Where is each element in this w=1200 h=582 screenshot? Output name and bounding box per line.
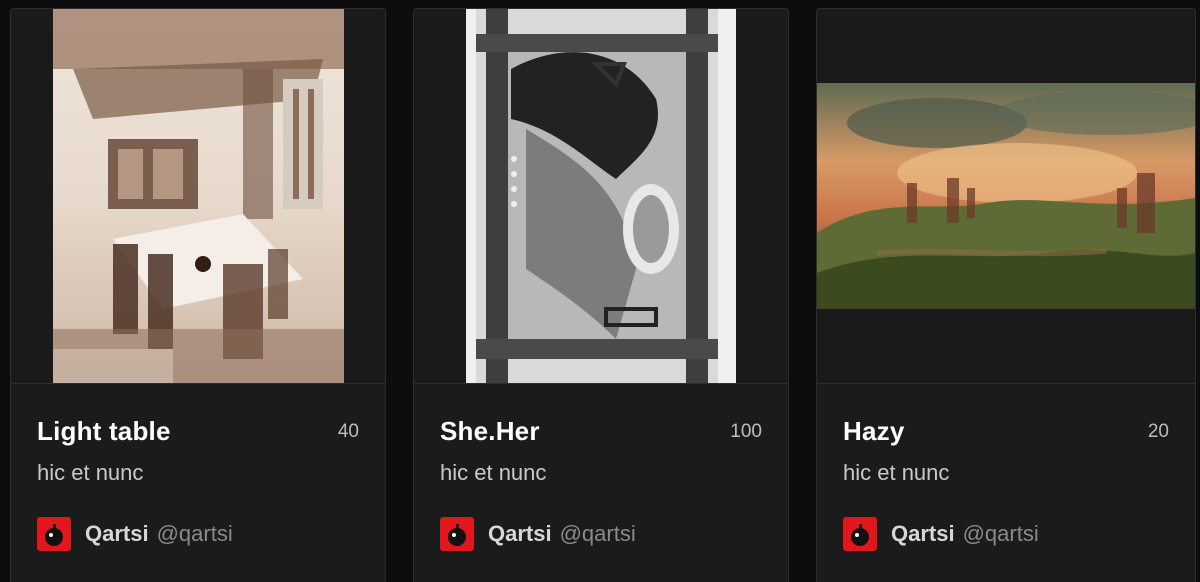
artwork-title[interactable]: She.Her xyxy=(440,416,540,447)
artwork-image-she-her[interactable] xyxy=(466,9,736,383)
title-row: She.Her 100 xyxy=(440,416,762,447)
edition-count: 20 xyxy=(1147,420,1169,442)
title-row: Light table 40 xyxy=(37,416,359,447)
artwork-title[interactable]: Hazy xyxy=(843,416,905,447)
artwork-image-hazy[interactable] xyxy=(817,83,1195,309)
artwork-card-light-table[interactable]: Light table 40 hic et nunc Qartsi @qarts… xyxy=(10,8,386,582)
creator[interactable]: Qartsi @qartsi xyxy=(843,517,1039,551)
artwork-media[interactable] xyxy=(414,9,788,384)
creator-handle[interactable]: @qartsi xyxy=(560,521,636,547)
artwork-title[interactable]: Light table xyxy=(37,416,171,447)
creator-name[interactable]: Qartsi xyxy=(488,521,552,547)
artwork-card-she-her[interactable]: She.Her 100 hic et nunc Qartsi @qartsi xyxy=(413,8,789,582)
bomb-avatar-icon[interactable] xyxy=(37,517,71,551)
bomb-avatar-icon[interactable] xyxy=(843,517,877,551)
bomb-avatar-icon[interactable] xyxy=(440,517,474,551)
creator[interactable]: Qartsi @qartsi xyxy=(440,517,636,551)
title-row: Hazy 20 xyxy=(843,416,1169,447)
artwork-grid: Light table 40 hic et nunc Qartsi @qarts… xyxy=(0,0,1200,582)
edition-count: 40 xyxy=(337,420,359,442)
artwork-card-hazy[interactable]: Hazy 20 hic et nunc Qartsi @qartsi xyxy=(816,8,1196,582)
creator-name[interactable]: Qartsi xyxy=(891,521,955,547)
edition-count: 100 xyxy=(730,420,762,442)
artwork-media[interactable] xyxy=(11,9,385,384)
artwork-media[interactable] xyxy=(817,9,1195,384)
creator[interactable]: Qartsi @qartsi xyxy=(37,517,233,551)
artwork-image-light-table[interactable] xyxy=(53,9,344,383)
platform-label: hic et nunc xyxy=(440,460,547,485)
creator-handle[interactable]: @qartsi xyxy=(157,521,233,547)
platform-label: hic et nunc xyxy=(37,460,144,485)
platform-label: hic et nunc xyxy=(843,460,950,485)
creator-handle[interactable]: @qartsi xyxy=(963,521,1039,547)
creator-name[interactable]: Qartsi xyxy=(85,521,149,547)
